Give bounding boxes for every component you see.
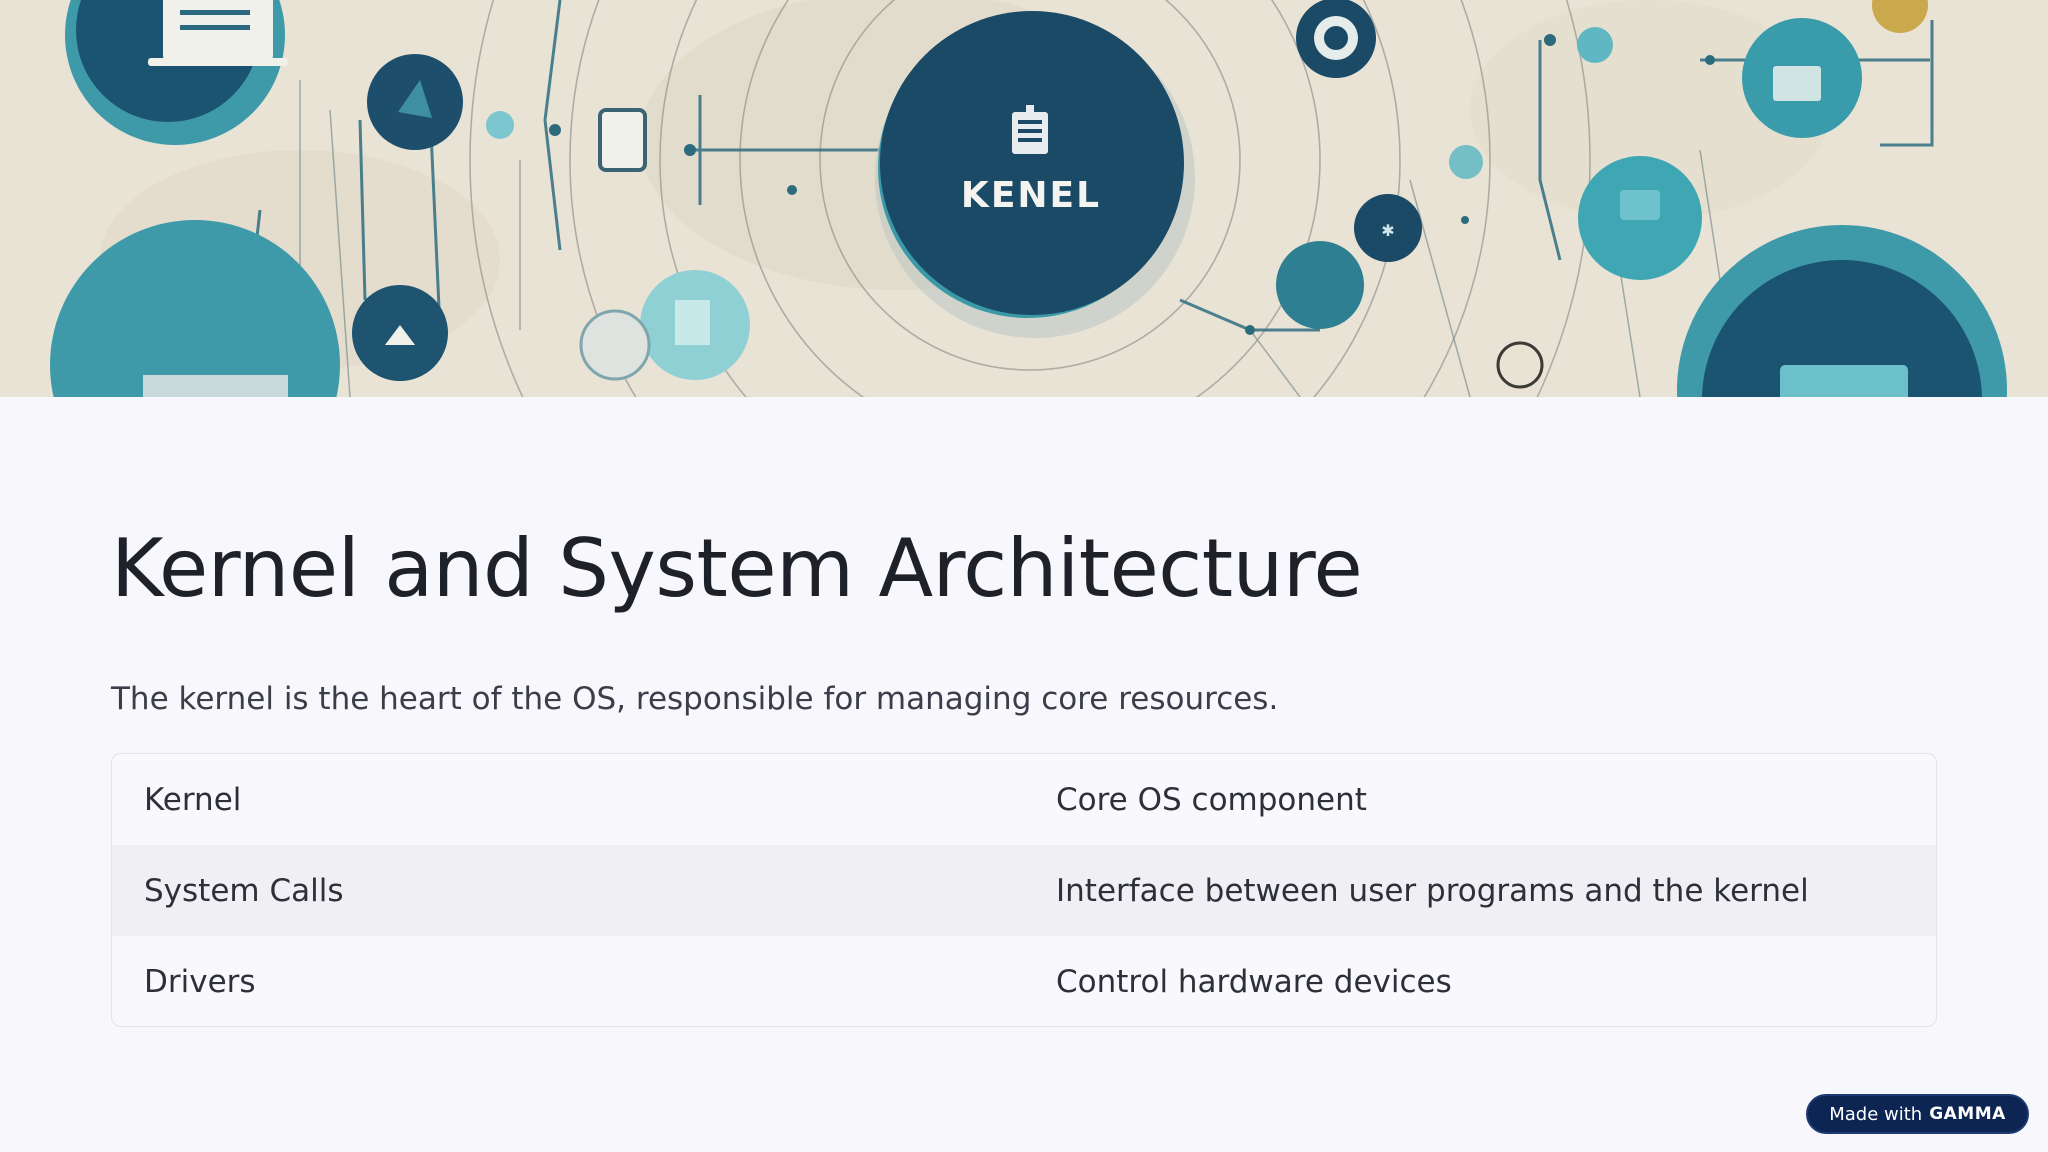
table-cell-description: Interface between user programs and the …	[1056, 872, 1809, 909]
svg-text:✱: ✱	[1381, 221, 1394, 240]
table-row: Drivers Control hardware devices	[112, 936, 1936, 1026]
table-cell-term: Kernel	[144, 781, 242, 818]
table-cell-term: Drivers	[144, 963, 256, 1000]
table-row: Kernel Core OS component	[112, 754, 1936, 845]
made-with-gamma-badge[interactable]: Made with GAMMA	[1806, 1094, 2029, 1134]
page-subtitle: The kernel is the heart of the OS, respo…	[111, 681, 1279, 717]
slide-content: Kernel and System Architecture The kerne…	[0, 397, 2048, 1152]
kernel-circle-label: KENEL	[961, 175, 1101, 216]
table-cell-description: Control hardware devices	[1056, 963, 1452, 1000]
table-cell-description: Core OS component	[1056, 781, 1367, 818]
badge-prefix: Made with	[1829, 1103, 1923, 1125]
hero-illustration: KENEL ✱	[0, 0, 2048, 397]
page-title: Kernel and System Architecture	[111, 522, 1363, 615]
definitions-table: Kernel Core OS component System Calls In…	[111, 753, 1937, 1027]
table-cell-term: System Calls	[144, 872, 344, 909]
gamma-logo: GAMMA	[1929, 1104, 2006, 1124]
table-row: System Calls Interface between user prog…	[112, 845, 1936, 936]
slide-page: KENEL ✱ Kernel and System Architecture T…	[0, 0, 2048, 1152]
kernel-network-illustration: KENEL ✱	[50, 0, 2007, 397]
